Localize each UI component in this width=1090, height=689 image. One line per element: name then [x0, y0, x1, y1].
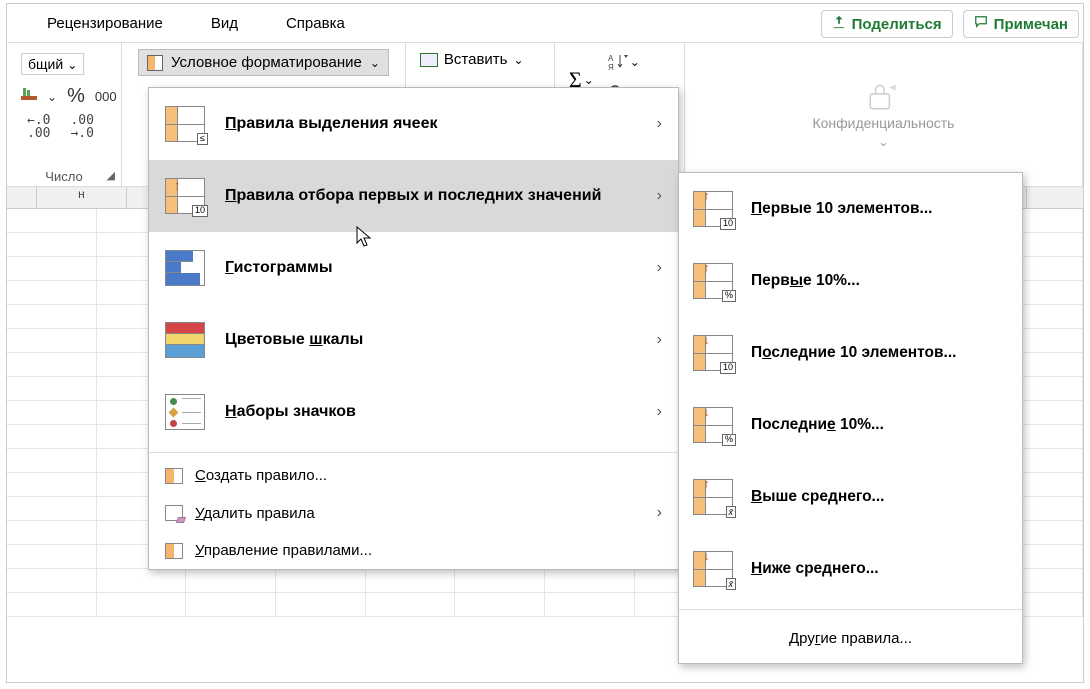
comments-button[interactable]: Примечан [963, 10, 1079, 38]
menu-new-rule[interactable]: Создать правило... [149, 457, 678, 494]
submenu-top-10-percent[interactable]: ↑ % Первые 10%... [679, 245, 1022, 317]
menu-color-scales[interactable]: Цветовые шкалы › [149, 304, 678, 376]
number-format-select[interactable]: бщий [21, 53, 84, 75]
chevron-right-icon: › [657, 187, 662, 205]
bottom-10-items-icon: ↓ 10 [693, 335, 733, 371]
top-bottom-rules-submenu: ↑ 10 Первые 10 элементов... ↑ % Первые 1… [678, 172, 1023, 664]
sensitivity-button[interactable]: Конфиденциальность [685, 43, 1083, 186]
data-bars-icon [165, 250, 205, 286]
svg-text:Я: Я [608, 63, 614, 71]
tab-view[interactable]: Вид [211, 15, 238, 32]
tab-help[interactable]: Справка [286, 15, 345, 32]
submenu-bottom-10-items[interactable]: ↓ 10 Последние 10 элементов... [679, 317, 1022, 389]
chevron-down-icon [878, 135, 888, 149]
svg-text:А: А [608, 54, 614, 63]
insert-cells-button[interactable]: Вставить [420, 51, 540, 68]
submenu-above-average[interactable]: ↑ x̄ Выше среднего... [679, 461, 1022, 533]
icon-sets-icon [165, 394, 205, 430]
thousands-button[interactable]: 000 [95, 89, 117, 104]
bottom-10-percent-icon: ↓ % [693, 407, 733, 443]
clear-rules-icon [165, 505, 183, 521]
column-header[interactable]: н [37, 187, 127, 208]
chevron-down-icon [630, 53, 640, 76]
percent-button[interactable]: % [67, 85, 85, 108]
chevron-right-icon: › [657, 259, 662, 277]
top-10-percent-icon: ↑ % [693, 263, 733, 299]
menu-clear-rules[interactable]: Удалить правила › [149, 494, 678, 532]
conditional-formatting-button[interactable]: Условное форматирование [138, 49, 389, 76]
insert-icon [420, 53, 438, 67]
increase-decimal-button[interactable]: ←.0.00 [27, 114, 50, 140]
sensitivity-icon [866, 81, 900, 111]
menu-data-bars[interactable]: Гистограммы › [149, 232, 678, 304]
chevron-right-icon: › [657, 115, 662, 133]
chevron-down-icon[interactable] [47, 88, 57, 106]
chevron-down-icon[interactable] [584, 73, 594, 88]
chevron-down-icon [370, 54, 380, 71]
highlight-cells-icon: ≤ [165, 106, 205, 142]
below-average-icon: ↓ x̄ [693, 551, 733, 587]
chevron-down-icon [513, 51, 523, 68]
menu-highlight-cells-rules[interactable]: ≤ Правила выделения ячеек › [149, 88, 678, 160]
chevron-down-icon [67, 56, 77, 72]
share-button[interactable]: Поделиться [821, 10, 953, 38]
top-bottom-icon: ↑ 10 [165, 178, 205, 214]
submenu-bottom-10-percent[interactable]: ↓ % Последние 10%... [679, 389, 1022, 461]
comment-icon [974, 15, 988, 33]
submenu-top-10-items[interactable]: ↑ 10 Первые 10 элементов... [679, 173, 1022, 245]
submenu-below-average[interactable]: ↓ x̄ Ниже среднего... [679, 533, 1022, 605]
menu-manage-rules[interactable]: Управление правилами... [149, 532, 678, 569]
conditional-formatting-icon [147, 55, 163, 71]
chevron-right-icon: › [657, 403, 662, 421]
above-average-icon: ↑ x̄ [693, 479, 733, 515]
submenu-more-rules[interactable]: Другие правила... [679, 614, 1022, 663]
tab-review[interactable]: Рецензирование [47, 15, 163, 32]
color-scales-icon [165, 322, 205, 358]
conditional-formatting-menu: ≤ Правила выделения ячеек › ↑ 10 Правила… [148, 87, 679, 570]
chevron-right-icon: › [657, 504, 662, 522]
group-label-number: Число [21, 169, 107, 184]
menu-top-bottom-rules[interactable]: ↑ 10 Правила отбора первых и последних з… [149, 160, 678, 232]
menu-icon-sets[interactable]: Наборы значков › [149, 376, 678, 448]
decrease-decimal-button[interactable]: .00→.0 [70, 114, 93, 140]
sort-icon: АЯ [608, 53, 628, 76]
share-icon [832, 15, 846, 33]
dialog-launcher-icon[interactable]: ◢ [107, 169, 115, 182]
sort-filter-button[interactable]: АЯ [608, 53, 640, 76]
accounting-format-button[interactable] [21, 86, 37, 107]
manage-rules-icon [165, 543, 183, 559]
new-rule-icon [165, 468, 183, 484]
chevron-right-icon: › [657, 331, 662, 349]
top-10-items-icon: ↑ 10 [693, 191, 733, 227]
